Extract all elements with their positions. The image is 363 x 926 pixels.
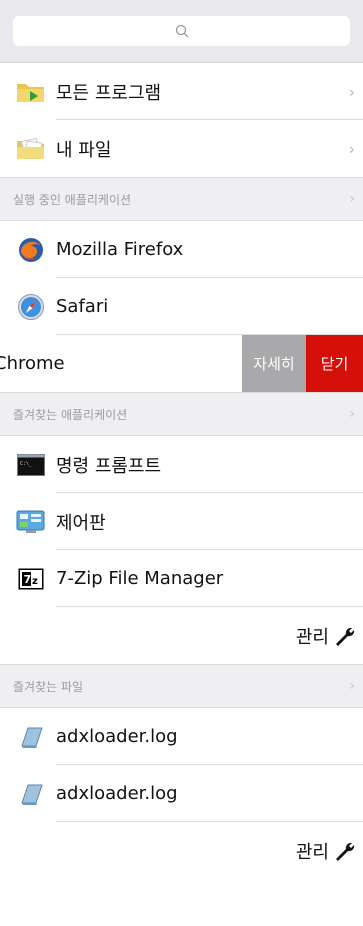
chevron-right-icon: › — [348, 139, 355, 158]
list-item-chrome-swiped[interactable]: Chrome 자세히 닫기 — [0, 335, 363, 392]
list-item-safari[interactable]: Safari — [0, 278, 363, 335]
list-item-label: Safari — [56, 296, 109, 317]
section-title: 즐겨찾는 애플리케이션 — [13, 407, 128, 422]
list-item-file[interactable]: adxloader.log — [0, 765, 363, 822]
list-item-control-panel[interactable]: 제어판 — [0, 493, 363, 550]
list-item-my-files[interactable]: 내 파일 › — [0, 120, 363, 177]
manage-label: 관리 — [295, 626, 329, 648]
list-item-label: 명령 프롬프트 — [56, 455, 162, 477]
chevron-right-icon: › — [349, 191, 355, 207]
list-item-label: 모든 프로그램 — [56, 82, 162, 104]
search-icon — [175, 24, 188, 38]
list-item-label: adxloader.log — [56, 783, 178, 804]
chevron-right-icon: › — [349, 406, 355, 422]
list-item-file[interactable]: adxloader.log — [0, 708, 363, 765]
svg-text:C:\_: C:\_ — [20, 461, 33, 467]
7zip-icon: 7 z — [16, 564, 46, 594]
search-bar — [0, 0, 363, 63]
section-header-favorite-apps[interactable]: 즐겨찾는 애플리케이션 › — [0, 392, 363, 436]
log-file-icon — [16, 722, 46, 752]
list-item-all-programs[interactable]: 모든 프로그램 › — [0, 63, 363, 120]
close-app-button[interactable]: 닫기 — [306, 335, 363, 392]
firefox-icon — [16, 235, 46, 265]
section-header-favorite-files[interactable]: 즐겨찾는 파일 › — [0, 664, 363, 708]
wrench-icon — [336, 627, 355, 646]
svg-text:z: z — [32, 576, 38, 587]
list-bottom-space — [0, 879, 363, 926]
list-item-label: 제어판 — [56, 512, 106, 534]
list-item-label: Mozilla Firefox — [56, 239, 184, 260]
folder-arrow-icon — [16, 77, 46, 107]
chevron-right-icon: › — [349, 678, 355, 694]
list-item-command-prompt[interactable]: C:\_ 명령 프롬프트 — [0, 436, 363, 493]
chevron-right-icon: › — [348, 82, 355, 101]
list-item-7zip[interactable]: 7 z 7-Zip File Manager — [0, 550, 363, 607]
wrench-icon — [336, 842, 355, 861]
manage-files-button[interactable]: 관리 — [0, 822, 363, 879]
list-item-label: Chrome — [0, 353, 65, 374]
command-prompt-icon: C:\_ — [16, 450, 46, 480]
list-item-chrome[interactable]: Chrome — [0, 335, 242, 392]
control-panel-icon — [16, 507, 46, 537]
svg-text:7: 7 — [24, 573, 32, 586]
search-input[interactable] — [13, 16, 350, 46]
section-title: 즐겨찾는 파일 — [13, 679, 84, 694]
section-title: 실행 중인 애플리케이션 — [13, 192, 132, 207]
safari-icon — [16, 292, 46, 322]
manage-label: 관리 — [295, 841, 329, 863]
log-file-icon — [16, 779, 46, 809]
list-item-label: adxloader.log — [56, 726, 178, 747]
section-header-running-apps[interactable]: 실행 중인 애플리케이션 › — [0, 177, 363, 221]
details-button[interactable]: 자세히 — [242, 335, 306, 392]
list-item-label: 내 파일 — [56, 139, 112, 161]
manage-apps-button[interactable]: 관리 — [0, 607, 363, 664]
list-item-label: 7-Zip File Manager — [56, 568, 224, 589]
folder-documents-icon — [16, 134, 46, 164]
list-item-firefox[interactable]: Mozilla Firefox — [0, 221, 363, 278]
